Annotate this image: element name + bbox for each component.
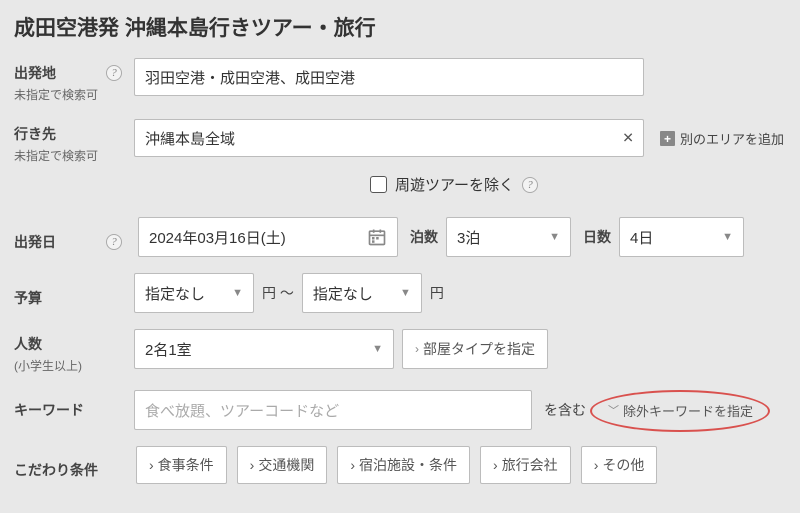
budget-to-select[interactable]: 指定なし ▼ xyxy=(302,273,422,313)
nights-select[interactable]: 3泊 ▼ xyxy=(446,217,571,257)
caret-down-icon: ▼ xyxy=(232,287,243,299)
keyword-label-col: キーワード xyxy=(14,400,126,420)
budget-unit-from: 円 〜 xyxy=(262,283,294,303)
depart-date-value: 2024年03月16日(土) xyxy=(149,227,286,248)
condition-label: 宿泊施設・条件 xyxy=(359,455,457,475)
keyword-suffix: を含む xyxy=(540,400,590,420)
caret-down-icon: ▼ xyxy=(722,231,733,243)
departure-input[interactable]: 羽田空港・成田空港、成田空港 xyxy=(134,58,644,96)
condition-lodging-button[interactable]: › 宿泊施設・条件 xyxy=(337,446,470,484)
condition-label: 交通機関 xyxy=(258,455,314,475)
budget-from-select[interactable]: 指定なし ▼ xyxy=(134,273,254,313)
nights-label: 泊数 xyxy=(410,227,438,247)
chevron-right-icon: › xyxy=(594,457,599,473)
budget-from-value: 指定なし xyxy=(145,283,205,304)
room-type-label: 部屋タイプを指定 xyxy=(423,339,535,359)
help-icon[interactable]: ? xyxy=(106,234,122,250)
people-label-col: 人数 (小学生以上) xyxy=(14,329,126,374)
condition-other-button[interactable]: › その他 xyxy=(581,446,658,484)
people-sublabel: (小学生以上) xyxy=(14,357,126,374)
depart-date-input[interactable]: 2024年03月16日(土) xyxy=(138,217,398,257)
exclude-round-checkbox[interactable] xyxy=(370,176,387,193)
keyword-input[interactable]: 食べ放題、ツアーコードなど xyxy=(134,390,532,430)
conditions-row: こだわり条件 › 食事条件 › 交通機関 › 宿泊施設・条件 › 旅行会社 › … xyxy=(14,446,786,484)
chevron-right-icon: › xyxy=(493,457,498,473)
exclude-keyword-label: 除外キーワードを指定 xyxy=(623,401,753,420)
conditions-label: こだわり条件 xyxy=(14,460,98,480)
page-title: 成田空港発 沖縄本島行きツアー・旅行 xyxy=(14,12,786,42)
room-type-button[interactable]: › 部屋タイプを指定 xyxy=(402,329,548,369)
conditions-label-col: こだわり条件 xyxy=(14,450,126,480)
add-area-button[interactable]: + 別のエリアを追加 xyxy=(660,119,784,148)
close-icon[interactable]: ✕ xyxy=(622,130,634,147)
chevron-right-icon: › xyxy=(149,457,154,473)
departure-sublabel: 未指定で検索可 xyxy=(14,86,126,103)
chevron-down-icon: ﹀ xyxy=(608,402,619,418)
exclude-round-label: 周遊ツアーを除く xyxy=(395,174,514,195)
condition-label: 旅行会社 xyxy=(502,455,558,475)
add-area-label: 別のエリアを追加 xyxy=(680,129,784,148)
budget-unit-to: 円 xyxy=(430,283,444,303)
exclude-round-row: 周遊ツアーを除く ? xyxy=(134,174,774,195)
nights-value: 3泊 xyxy=(457,227,480,248)
calendar-icon xyxy=(367,227,387,247)
destination-input-wrap: 沖縄本島全域 ✕ xyxy=(134,119,644,157)
people-row: 人数 (小学生以上) 2名1室 ▼ › 部屋タイプを指定 xyxy=(14,329,786,374)
destination-sublabel: 未指定で検索可 xyxy=(14,147,126,164)
plus-icon: + xyxy=(660,131,675,146)
destination-label-col: 行き先 未指定で検索可 xyxy=(14,119,126,164)
budget-label-col: 予算 xyxy=(14,278,126,308)
depart-date-label: 出発日 xyxy=(14,232,56,252)
days-select[interactable]: 4日 ▼ xyxy=(619,217,744,257)
caret-down-icon: ▼ xyxy=(549,231,560,243)
help-icon[interactable]: ? xyxy=(522,177,538,193)
destination-input[interactable]: 沖縄本島全域 xyxy=(134,119,644,157)
chevron-right-icon: › xyxy=(415,342,419,356)
days-label: 日数 xyxy=(583,227,611,247)
chevron-right-icon: › xyxy=(350,457,355,473)
date-row: 出発日 ? 2024年03月16日(土) 泊数 3泊 ▼ 日数 4日 xyxy=(14,217,786,257)
condition-agency-button[interactable]: › 旅行会社 xyxy=(480,446,571,484)
condition-transport-button[interactable]: › 交通機関 xyxy=(237,446,328,484)
depart-date-label-col: 出発日 ? xyxy=(14,222,126,252)
days-col: 日数 4日 ▼ xyxy=(583,217,744,257)
condition-meal-button[interactable]: › 食事条件 xyxy=(136,446,227,484)
keyword-label: キーワード xyxy=(14,400,84,420)
caret-down-icon: ▼ xyxy=(372,343,383,355)
departure-label: 出発地 xyxy=(14,63,56,83)
exclude-keyword-button[interactable]: ﹀ 除外キーワードを指定 xyxy=(598,393,763,428)
condition-label: 食事条件 xyxy=(158,455,214,475)
keyword-row: キーワード 食べ放題、ツアーコードなど を含む ﹀ 除外キーワードを指定 xyxy=(14,390,786,430)
destination-label: 行き先 xyxy=(14,124,56,144)
departure-row: 出発地 ? 未指定で検索可 羽田空港・成田空港、成田空港 xyxy=(14,58,786,103)
days-value: 4日 xyxy=(630,227,653,248)
nights-col: 泊数 3泊 ▼ xyxy=(410,217,571,257)
budget-row: 予算 指定なし ▼ 円 〜 指定なし ▼ 円 xyxy=(14,273,786,313)
people-value: 2名1室 xyxy=(145,339,192,360)
caret-down-icon: ▼ xyxy=(400,287,411,299)
chevron-right-icon: › xyxy=(250,457,255,473)
people-select[interactable]: 2名1室 ▼ xyxy=(134,329,394,369)
people-label: 人数 xyxy=(14,334,42,354)
help-icon[interactable]: ? xyxy=(106,65,122,81)
budget-to-value: 指定なし xyxy=(313,283,373,304)
departure-label-col: 出発地 ? 未指定で検索可 xyxy=(14,58,126,103)
condition-label: その他 xyxy=(602,455,644,475)
budget-label: 予算 xyxy=(14,288,42,308)
destination-row: 行き先 未指定で検索可 沖縄本島全域 ✕ + 別のエリアを追加 xyxy=(14,119,786,164)
